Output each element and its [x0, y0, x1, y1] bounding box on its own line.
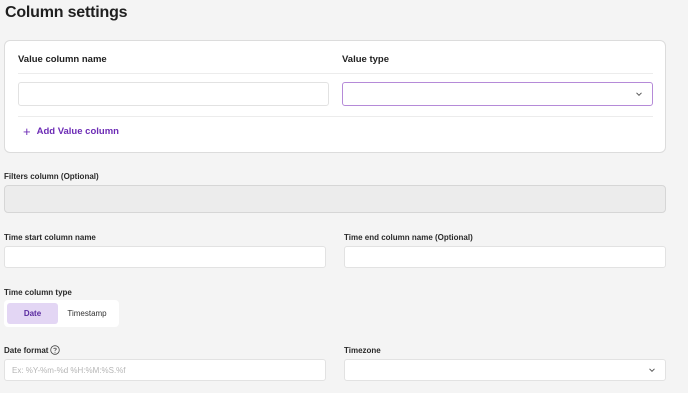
time-end-label: Time end column name (Optional)	[344, 233, 473, 242]
time-start-label: Time start column name	[4, 233, 96, 242]
time-column-type-label: Time column type	[4, 288, 72, 297]
value-columns-card: Value column name Value type + Add Value…	[4, 40, 666, 153]
question-circle-icon[interactable]	[50, 345, 60, 355]
date-format-label: Date format	[4, 346, 49, 355]
page-title: Column settings	[5, 4, 128, 21]
card-divider	[18, 73, 653, 74]
timezone-label: Timezone	[344, 346, 381, 355]
time-start-input[interactable]	[4, 246, 326, 268]
time-end-input[interactable]	[344, 246, 666, 268]
time-column-type-toggle: Date Timestamp	[4, 300, 119, 327]
filters-column-input[interactable]	[4, 185, 666, 213]
add-value-column-label: Add Value column	[36, 126, 119, 137]
filters-column-label: Filters column (Optional)	[4, 172, 99, 181]
add-value-column-button[interactable]: + Add Value column	[23, 123, 119, 139]
value-type-select[interactable]	[342, 82, 653, 106]
value-type-label: Value type	[342, 54, 389, 65]
card-divider	[18, 116, 653, 117]
chevron-down-icon	[636, 92, 642, 97]
plus-icon: +	[23, 123, 31, 139]
date-format-input[interactable]	[4, 359, 326, 381]
value-column-name-label: Value column name	[18, 54, 107, 65]
time-type-option-timestamp[interactable]: Timestamp	[58, 303, 116, 324]
time-type-option-date[interactable]: Date	[7, 303, 58, 324]
chevron-down-icon	[649, 368, 655, 373]
value-column-name-input[interactable]	[18, 82, 329, 106]
timezone-select[interactable]	[344, 359, 666, 381]
